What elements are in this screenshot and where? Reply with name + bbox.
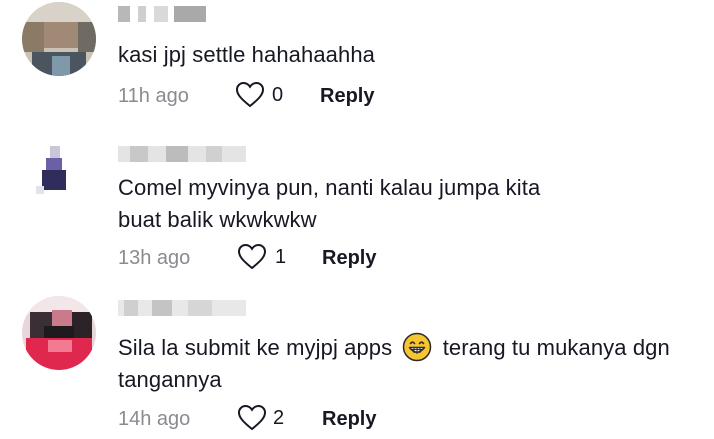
reply-button[interactable]: Reply [322, 408, 376, 431]
comment-text: Comel myvinya pun, nanti kalau jumpa kit… [118, 175, 541, 232]
avatar[interactable] [22, 296, 96, 370]
username-blurred[interactable] [118, 300, 246, 316]
heart-icon[interactable] [238, 244, 266, 270]
avatar[interactable] [22, 140, 96, 214]
heart-icon[interactable] [236, 82, 264, 108]
like-count: 2 [273, 407, 285, 429]
avatar[interactable] [22, 2, 96, 76]
reply-button[interactable]: Reply [320, 85, 374, 108]
comment-text-part: Sila la submit ke myjpj apps [118, 335, 393, 360]
username-blurred[interactable] [118, 6, 206, 22]
heart-icon[interactable] [238, 405, 266, 431]
like-count: 0 [272, 84, 284, 106]
timestamp: 13h ago [118, 247, 191, 269]
like-count: 1 [275, 246, 287, 268]
comment-meta: 14h ago 2 Reply [118, 405, 418, 435]
grinning-face-emoji-icon [403, 332, 432, 362]
timestamp: 11h ago [118, 85, 189, 107]
comment-meta: 13h ago 1 Reply [118, 244, 418, 274]
reply-button[interactable]: Reply [322, 247, 376, 270]
comment-text: Sila la submit ke myjpj apps terang tu m… [118, 332, 678, 396]
timestamp: 14h ago [118, 408, 191, 430]
username-blurred[interactable] [118, 146, 246, 162]
comment-text: kasi jpj settle hahahaahha [118, 42, 376, 67]
comment-meta: 11h ago 0 Reply [118, 82, 418, 112]
